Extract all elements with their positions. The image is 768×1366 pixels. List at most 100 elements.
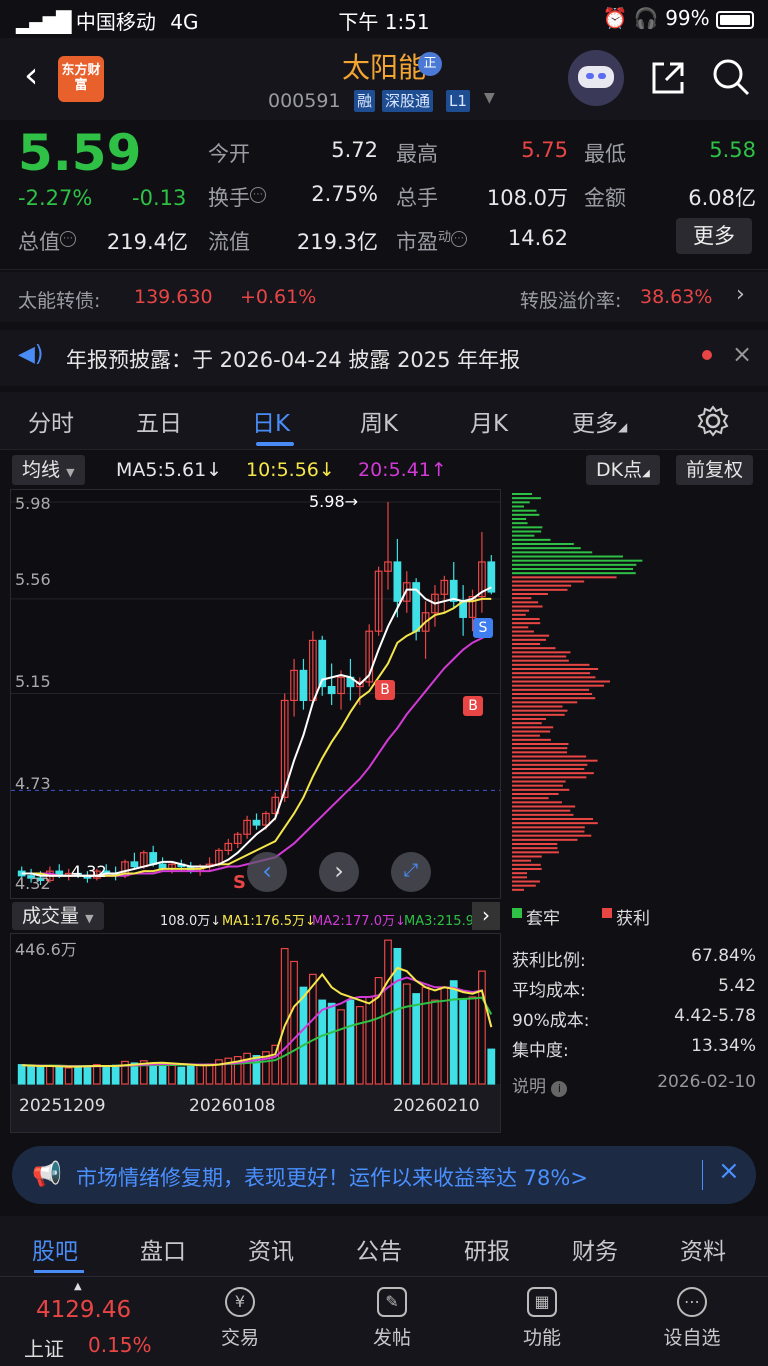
chevron-right-icon[interactable]: › (472, 902, 500, 930)
dk-point-button[interactable]: DK点◢ (586, 455, 660, 485)
chip-bar (512, 788, 570, 791)
chip-bar (512, 805, 576, 808)
tab-financials[interactable]: 财务 (572, 1232, 618, 1266)
close-icon[interactable]: × (718, 1156, 740, 1186)
chip-bar (512, 801, 562, 804)
kline-svg (11, 501, 500, 885)
info-icon[interactable]: ⋯ (60, 231, 76, 247)
tab-daily-k[interactable]: 日K (252, 404, 290, 438)
nav-post[interactable]: ✎ 发帖 (342, 1287, 442, 1350)
scroll-left-button[interactable]: ‹ (247, 852, 287, 892)
volume-bar (271, 1044, 280, 1085)
volume-toolbar: 成交量 ▼ 108.0万↓ MA1:176.5万↓ MA2:177.0万↓ MA… (12, 902, 502, 932)
nav-functions-label: 功能 (522, 1327, 561, 1349)
chip-bar (512, 663, 590, 666)
tab-weekly-k[interactable]: 周K (360, 404, 398, 438)
active-tab-indicator (256, 442, 294, 446)
chip-bar (512, 738, 551, 741)
volume-bar (327, 1002, 336, 1085)
tab-intraday[interactable]: 分时 (28, 404, 74, 438)
nav-add-watchlist-label: 设自选 (663, 1327, 721, 1349)
volume-bar (17, 1064, 26, 1085)
chip-bar (512, 584, 572, 587)
nav-functions[interactable]: ▦ 功能 (492, 1287, 592, 1350)
bond-change: +0.61% (240, 286, 317, 308)
banner-text: 市场情绪修复期，表现更好！运作以来收益率达 78%> (76, 1166, 588, 1190)
tab-announcements[interactable]: 公告 (356, 1232, 402, 1266)
adjust-button[interactable]: 前复权 (676, 455, 754, 485)
settings-gear-icon[interactable] (696, 404, 730, 442)
volume-bar (168, 1064, 176, 1085)
tab-guba[interactable]: 股吧 (32, 1232, 78, 1266)
chip-bar (512, 780, 566, 783)
kline-chart[interactable]: 5.98 5.56 5.15 4.73 4.32 5.98→ 4.32 B B … (10, 489, 501, 899)
premium-label: 转股溢价率: (520, 290, 622, 312)
more-button[interactable]: 更多 (676, 218, 752, 254)
close-icon[interactable]: × (732, 340, 752, 368)
chip-bar (512, 818, 594, 820)
chip-bar (512, 618, 540, 620)
profit-legend-swatch (602, 908, 612, 918)
chip-row-label: 集中度: (512, 1041, 569, 1061)
candle-body (327, 685, 336, 695)
buy-marker[interactable]: B (375, 680, 395, 700)
sell-marker[interactable]: S (473, 618, 493, 638)
dk-point-label: DK点 (596, 459, 643, 481)
chip-bar (512, 743, 569, 745)
announcement-bar[interactable]: ◀) 年报预披露：于 2026-04-24 披露 2025 年年报 × (0, 330, 768, 386)
promo-banner[interactable]: 📢 市场情绪修复期，表现更好！运作以来收益率达 78%> × (12, 1146, 756, 1204)
ma-select[interactable]: 均线 ▼ (12, 455, 85, 485)
nav-add-watchlist[interactable]: ⋯ 设自选 (642, 1287, 742, 1350)
chip-bar (512, 843, 558, 845)
tab-research[interactable]: 研报 (464, 1232, 510, 1266)
chip-bar (512, 680, 611, 683)
tab-profile[interactable]: 资料 (680, 1232, 726, 1266)
tag-margin: 融 (354, 90, 376, 112)
chip-bar (512, 884, 536, 887)
volume-bar (196, 1064, 205, 1085)
assistant-robot-icon[interactable] (568, 50, 624, 106)
chip-bar (512, 530, 542, 533)
chip-row-label: 90%成本: (512, 1011, 590, 1031)
chip-bar (512, 522, 528, 525)
dropdown-icon: ◢ (642, 468, 650, 479)
chip-bar (512, 643, 541, 645)
tab-five-day[interactable]: 五日 (136, 404, 182, 438)
tab-monthly-k[interactable]: 月K (470, 404, 508, 438)
chevron-down-icon: ▼ (66, 466, 75, 479)
bond-price: 139.630 (134, 286, 213, 308)
nav-trade[interactable]: ¥ 交易 (190, 1287, 290, 1350)
tab-news[interactable]: 资讯 (248, 1232, 294, 1266)
convertible-bond-row[interactable]: 太能转债: 139.630 +0.61% 转股溢价率: 38.63% › (0, 272, 768, 322)
tab-more[interactable]: 更多◢ (572, 404, 627, 438)
volume-select-label: 成交量 (22, 905, 80, 927)
chevron-down-icon[interactable]: ▼ (484, 90, 495, 106)
scroll-right-button[interactable]: › (319, 852, 359, 892)
info-icon[interactable]: ⋯ (451, 231, 468, 247)
volume-bar (205, 1063, 214, 1085)
chip-bar (512, 722, 542, 725)
buy-marker[interactable]: B (463, 696, 483, 716)
volume-bar (449, 980, 458, 1085)
volume-indicator-select[interactable]: 成交量 ▼ (12, 902, 104, 930)
current-price: 5.59 (18, 124, 142, 182)
expand-icon[interactable]: ⤢ (391, 852, 431, 892)
volume-chart[interactable]: 446.6万 20251209 20260108 20260210 (10, 933, 501, 1133)
chip-note[interactable]: 说明 i (512, 1072, 568, 1097)
chip-bar (512, 793, 559, 795)
info-icon: i (551, 1081, 568, 1097)
search-icon[interactable] (710, 56, 752, 102)
pe-label: 市盈动 ⋯ (396, 226, 468, 256)
chip-bar (512, 826, 585, 829)
chip-bar (512, 497, 541, 500)
candle-body (252, 819, 261, 826)
stock-code: 000591 (268, 90, 341, 112)
info-icon[interactable]: ⋯ (250, 187, 266, 203)
volume-bar (346, 999, 355, 1085)
chip-bar (512, 509, 537, 512)
share-icon[interactable] (648, 58, 688, 102)
chip-bar (512, 513, 540, 516)
tab-order-book[interactable]: 盘口 (140, 1232, 186, 1266)
chip-bar (512, 659, 569, 662)
chevron-right-icon[interactable]: › (736, 282, 745, 307)
